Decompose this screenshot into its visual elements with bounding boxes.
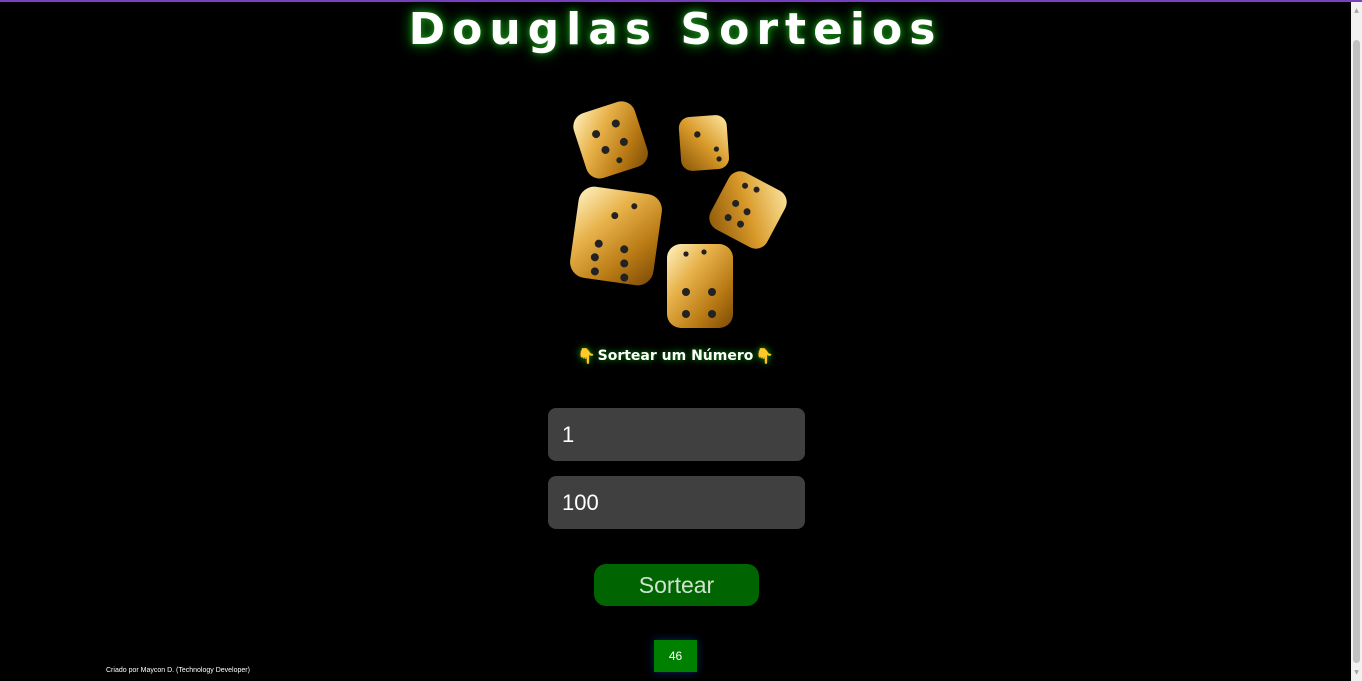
pointing-down-hand-icon: 👇 — [755, 347, 775, 365]
result-display: 46 — [654, 640, 697, 672]
pointing-down-hand-icon: 👇 — [576, 347, 596, 365]
scroll-up-arrow-icon[interactable]: ▲ — [1351, 2, 1362, 19]
golden-dice-image — [570, 101, 787, 328]
die-icon — [570, 186, 662, 286]
page: Douglas Sorteios 👇 Sortear um Número 👇 1… — [0, 0, 1351, 681]
min-number-input[interactable] — [548, 408, 805, 461]
draw-button[interactable]: Sortear — [594, 564, 759, 606]
die-icon — [678, 115, 730, 171]
subtitle: 👇 Sortear um Número 👇 — [0, 347, 1351, 365]
die-icon — [573, 101, 648, 179]
die-icon — [667, 244, 733, 328]
die-icon — [709, 171, 787, 249]
page-title: Douglas Sorteios — [408, 4, 943, 55]
scroll-down-arrow-icon[interactable]: ▼ — [1351, 664, 1362, 681]
subtitle-text: Sortear um Número — [597, 348, 754, 364]
max-number-input[interactable] — [548, 476, 805, 529]
scrollbar-thumb[interactable] — [1353, 40, 1360, 663]
footer-credit: Criado por Maycon D. (Technology Develop… — [106, 667, 250, 674]
vertical-scrollbar[interactable]: ▲ ▼ — [1351, 2, 1362, 681]
